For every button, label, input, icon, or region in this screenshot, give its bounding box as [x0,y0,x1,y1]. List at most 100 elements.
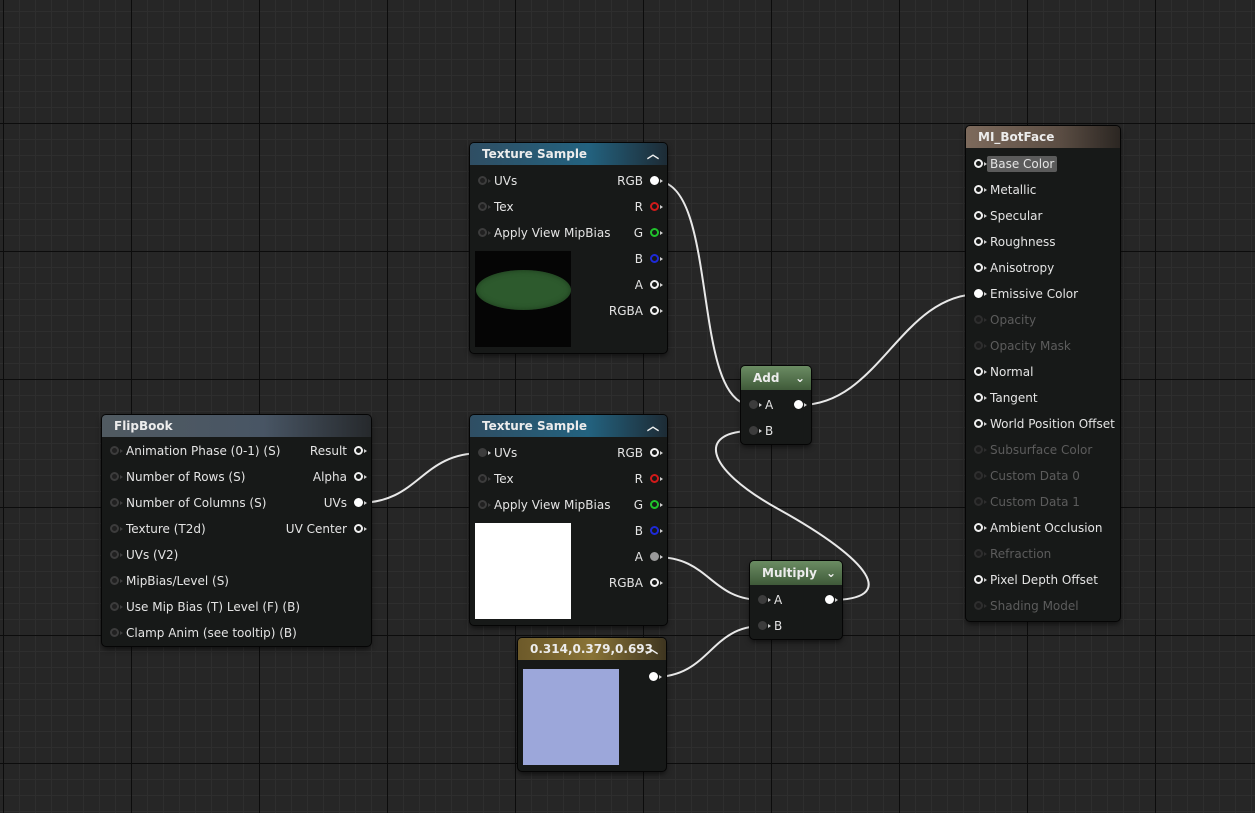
texture-sample-header[interactable]: Texture Sample ︿ [470,415,667,437]
pin-a[interactable]: A [635,544,667,570]
flipbook-header[interactable]: FlipBook [102,415,371,437]
pin-circle-icon[interactable] [649,672,662,681]
texture-sample-node-1[interactable]: Texture Sample ︿ UVs Tex Apply View MipB… [470,143,667,353]
pin-circle-icon[interactable] [974,315,987,324]
pin-tex[interactable]: Tex [470,194,514,220]
pin-circle-icon[interactable] [974,549,987,558]
pin-g[interactable]: G [634,492,667,518]
pin-base-color[interactable]: Base Color [966,151,1058,177]
wire-add-to-emissive[interactable] [799,293,981,406]
pin-opacity-mask[interactable]: Opacity Mask [966,333,1071,359]
pin-circle-icon[interactable] [354,472,367,481]
pin-a[interactable]: A [635,272,667,298]
pin-result[interactable]: Result [310,438,371,464]
pin-tangent[interactable]: Tangent [966,385,1038,411]
pin-circle-icon[interactable] [974,471,987,480]
pin-circle-icon[interactable] [650,202,663,211]
pin-circle-icon[interactable] [974,575,987,584]
multiply-header[interactable]: Multiply ⌄ [750,561,842,585]
pin-rgba[interactable]: RGBA [609,298,667,324]
pin-b[interactable]: B [635,518,667,544]
pin-metallic[interactable]: Metallic [966,177,1036,203]
pin-circle-icon[interactable] [794,400,807,409]
pin-circle-icon[interactable] [110,498,123,507]
pin-circle-icon[interactable] [650,306,663,315]
pin-uvs[interactable]: UVs [470,168,517,194]
pin-circle-icon[interactable] [354,498,367,507]
pin-number-of-rows[interactable]: Number of Rows (S) [102,464,245,490]
pin-g[interactable]: G [634,220,667,246]
pin-uvs[interactable]: UVs [470,440,517,466]
material-header[interactable]: MI_BotFace [966,126,1120,148]
pin-mipbias-level[interactable]: MipBias/Level (S) [102,568,229,594]
add-header[interactable]: Add ⌄ [741,366,811,390]
pin-circle-icon[interactable] [974,341,987,350]
pin-circle-icon[interactable] [478,474,491,483]
pin-circle-icon[interactable] [650,254,663,263]
dropdown-chevron-icon[interactable]: ⌄ [826,561,836,585]
pin-emissive-color[interactable]: Emissive Color [966,281,1078,307]
flipbook-node[interactable]: FlipBook Animation Phase (0-1) (S) Numbe… [102,415,371,646]
pin-output[interactable] [818,587,842,613]
pin-circle-icon[interactable] [974,289,987,298]
pin-circle-icon[interactable] [110,550,123,559]
pin-circle-icon[interactable] [354,524,367,533]
multiply-node[interactable]: Multiply ⌄ A B [750,561,842,639]
pin-uv-center[interactable]: UV Center [286,516,371,542]
pin-circle-icon[interactable] [478,202,491,211]
pin-apply-view-mipbias[interactable]: Apply View MipBias [470,220,610,246]
pin-roughness[interactable]: Roughness [966,229,1055,255]
wire-flipbook-uvs-to-tex2-uvs[interactable] [357,452,483,504]
pin-uvs-v2[interactable]: UVs (V2) [102,542,178,568]
pin-circle-icon[interactable] [974,497,987,506]
pin-use-mip-bias[interactable]: Use Mip Bias (T) Level (F) (B) [102,594,300,620]
pin-output[interactable] [642,664,666,690]
pin-circle-icon[interactable] [650,474,663,483]
collapse-chevron-icon[interactable]: ︿ [646,638,658,660]
pin-circle-icon[interactable] [758,595,771,604]
pin-a[interactable]: A [741,392,773,418]
pin-shading-model[interactable]: Shading Model [966,593,1079,619]
pin-rgba[interactable]: RGBA [609,570,667,596]
wire-tex1-rgb-to-add-a[interactable] [655,180,753,406]
pin-circle-icon[interactable] [650,552,663,561]
wire-tex2-a-to-multiply-a[interactable] [655,556,763,601]
pin-animation-phase[interactable]: Animation Phase (0-1) (S) [102,438,280,464]
pin-b[interactable]: B [741,418,773,444]
pin-r[interactable]: R [635,466,667,492]
pin-a[interactable]: A [750,587,782,613]
pin-circle-icon[interactable] [974,445,987,454]
pin-circle-icon[interactable] [650,500,663,509]
collapse-chevron-icon[interactable]: ︿ [647,143,659,165]
pin-rgb[interactable]: RGB [617,440,667,466]
pin-apply-view-mipbias[interactable]: Apply View MipBias [470,492,610,518]
pin-circle-icon[interactable] [974,185,987,194]
add-node[interactable]: Add ⌄ A B [741,366,811,444]
pin-circle-icon[interactable] [110,576,123,585]
pin-circle-icon[interactable] [110,602,123,611]
pin-specular[interactable]: Specular [966,203,1042,229]
pin-b[interactable]: B [750,613,782,639]
texture-sample-header[interactable]: Texture Sample ︿ [470,143,667,165]
pin-texture[interactable]: Texture (T2d) [102,516,206,542]
pin-circle-icon[interactable] [974,601,987,610]
pin-alpha[interactable]: Alpha [313,464,371,490]
pin-pixel-depth-offset[interactable]: Pixel Depth Offset [966,567,1098,593]
pin-circle-icon[interactable] [974,393,987,402]
material-result-node[interactable]: MI_BotFace Base Color Metallic Specular … [966,126,1120,621]
pin-circle-icon[interactable] [650,228,663,237]
pin-clamp-anim[interactable]: Clamp Anim (see tooltip) (B) [102,620,297,646]
pin-custom-data-1[interactable]: Custom Data 1 [966,489,1080,515]
pin-refraction[interactable]: Refraction [966,541,1051,567]
pin-circle-icon[interactable] [110,472,123,481]
pin-circle-icon[interactable] [650,176,663,185]
pin-circle-icon[interactable] [758,621,771,630]
pin-circle-icon[interactable] [650,578,663,587]
pin-circle-icon[interactable] [110,524,123,533]
pin-circle-icon[interactable] [974,263,987,272]
pin-r[interactable]: R [635,194,667,220]
pin-circle-icon[interactable] [974,237,987,246]
pin-circle-icon[interactable] [110,446,123,455]
pin-circle-icon[interactable] [110,628,123,637]
pin-b[interactable]: B [635,246,667,272]
